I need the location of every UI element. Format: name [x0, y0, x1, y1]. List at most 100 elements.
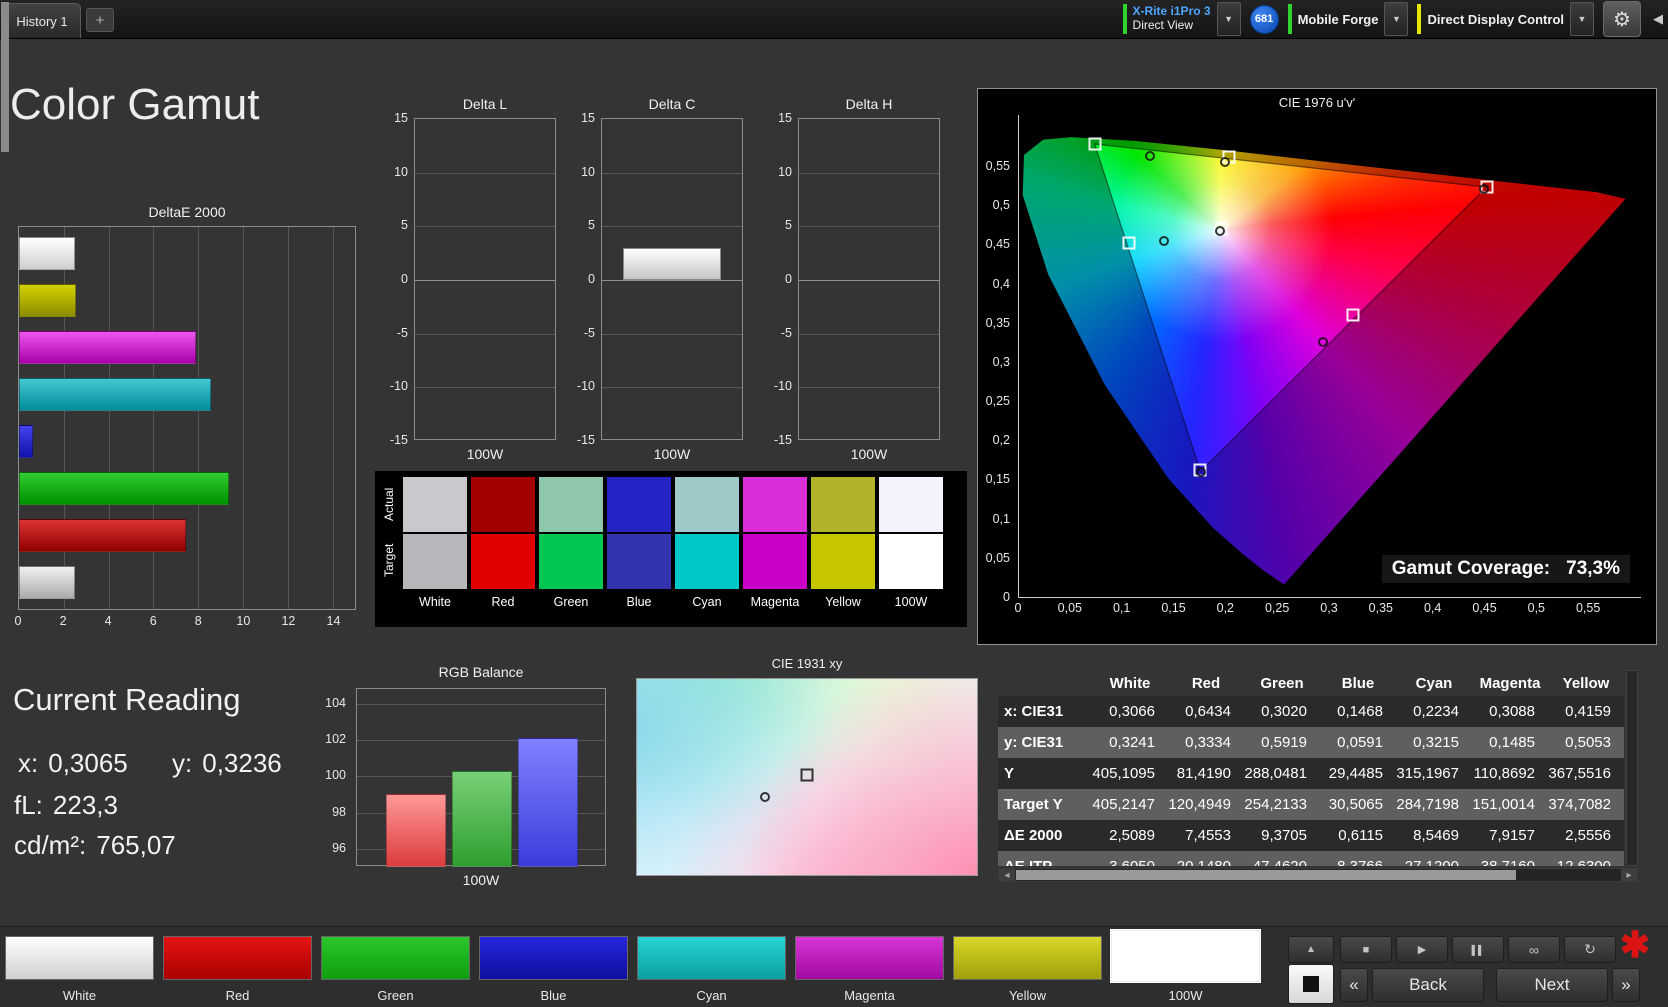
cie1931-diagram	[636, 678, 978, 876]
swatch-actual-cyan	[675, 477, 739, 532]
table-row-y: Y 405,1095 81,4190 288,0481 29,4485 315,1967 1…	[998, 758, 1624, 789]
table-cell: 110,8692	[1473, 765, 1535, 782]
deltae-grid-line	[243, 227, 244, 609]
meter-dropdown-button[interactable]: ▼	[1216, 2, 1241, 36]
deltae-axis-tick: 14	[326, 614, 341, 628]
display-control-dropdown-button[interactable]: ▼	[1570, 2, 1594, 36]
play-button[interactable]: ▶	[1396, 936, 1448, 963]
table-cell: 8,5469	[1413, 827, 1459, 844]
patch-red-button[interactable]	[163, 936, 312, 980]
target-marker	[1346, 308, 1360, 322]
rgb-y-tick: 102	[325, 731, 346, 746]
table-vertical-scroll-thumb[interactable]	[1, 2, 9, 152]
deltae-grid-line	[332, 227, 334, 609]
stop-button[interactable]: ■	[1340, 936, 1392, 963]
table-cell: 288,0481	[1244, 765, 1307, 782]
swatch-target-red	[471, 534, 535, 589]
table-cell: 27,1200	[1396, 851, 1472, 866]
cie-x-tick: 0,2	[1216, 601, 1235, 615]
deltae2000-x-axis: 0 2 4 6 8 10 12 14	[14, 614, 356, 630]
last-page-button[interactable]: »	[1612, 968, 1640, 1002]
cie-x-tick: 0,55	[1575, 601, 1601, 615]
patch-label-white: White	[62, 988, 97, 1003]
swatch-actual-red	[471, 477, 535, 532]
pattern-window-button[interactable]	[1288, 964, 1334, 1004]
table-scroll-right-button[interactable]: ▸	[1621, 869, 1637, 881]
patch-blue-button[interactable]	[479, 936, 628, 980]
table-horizontal-scroll-thumb[interactable]	[1016, 870, 1516, 880]
deltae-bar-100w	[19, 566, 76, 599]
meter-status-indicator	[1122, 4, 1127, 34]
reading-cd: cd/m²: 765,07	[14, 830, 176, 861]
row-label: Target Y	[1004, 796, 1063, 813]
reading-x: x: 0,3065	[18, 748, 128, 779]
cie-x-tick: 0,5	[1527, 601, 1546, 615]
cie-y-tick: 0,3	[992, 354, 1010, 369]
deltae-bar-white	[19, 237, 76, 270]
table-cell: 367,5516	[1548, 765, 1611, 782]
deltae-axis-tick: 0	[14, 614, 22, 628]
cie-y-tick: 0,2	[992, 433, 1010, 448]
rgb-bar-green	[452, 770, 512, 867]
patch-100w-button[interactable]	[1111, 930, 1260, 982]
delta-c-plot	[601, 118, 743, 440]
patch-green-button[interactable]	[321, 936, 470, 980]
add-tab-button[interactable]: +	[86, 8, 114, 32]
y-axis-tick: -15	[389, 433, 408, 447]
y-axis-tick: -10	[576, 379, 595, 394]
next-button[interactable]: Next	[1496, 968, 1608, 1002]
reading-fl-label: fL:	[14, 790, 43, 820]
swatch-label-green: Green	[553, 595, 589, 609]
y-axis-tick: -5	[780, 325, 792, 340]
patch-cyan-button[interactable]	[637, 936, 786, 980]
delta-h-chart: Delta H 15 10 5 0 -5 -10 -15 100W	[762, 96, 940, 468]
table-cell: 0,1485	[1489, 734, 1535, 751]
display-control-status-indicator	[1417, 4, 1422, 34]
patch-label-magenta: Magenta	[844, 988, 895, 1003]
loop-button[interactable]: ∞	[1508, 936, 1560, 963]
back-button[interactable]: Back	[1372, 968, 1484, 1002]
pause-button[interactable]: ▌▌	[1452, 936, 1504, 963]
table-cell: 315,1967	[1396, 765, 1459, 782]
tab-history-1[interactable]: History 1	[3, 3, 81, 38]
cie1976-x-axis: 0 0,05 0,1 0,15 0,2 0,25 0,3 0,35 0,4 0,45 0,5 0,55	[1015, 601, 1640, 617]
deltae-bar-green	[19, 472, 229, 505]
target-marker	[1122, 236, 1136, 250]
row-label: ΔE 2000	[1004, 827, 1063, 844]
reading-y-value: 0,3236	[202, 748, 282, 778]
settings-button[interactable]: ⚙	[1603, 1, 1641, 37]
pattern-scroll-up-button[interactable]: ▲	[1288, 936, 1334, 963]
grid-line	[602, 387, 742, 389]
reading-cd-value: 765,07	[96, 830, 176, 860]
y-axis-tick: -15	[576, 433, 595, 447]
patch-white-button[interactable]	[5, 936, 154, 980]
patch-magenta-button[interactable]	[795, 936, 944, 980]
source-dropdown-button[interactable]: ▼	[1384, 2, 1409, 36]
rgb-balance-x-label: 100W	[462, 872, 500, 888]
table-cell: 0,3334	[1185, 734, 1231, 751]
table-horizontal-scrollbar[interactable]: ◂ ▸	[998, 868, 1638, 882]
patch-yellow-button[interactable]	[953, 936, 1102, 980]
table-cell: 38,7160	[1472, 851, 1548, 866]
first-page-button[interactable]: «	[1340, 968, 1368, 1002]
row-label: x: CIE31	[1004, 703, 1064, 720]
collapse-panel-button[interactable]: ◀	[1650, 2, 1666, 36]
swatch-columns: White Red Green Blue Cyan Magenta Yellow 100W	[375, 471, 967, 627]
target-marker	[1088, 137, 1102, 151]
delta-h-title: Delta H	[845, 96, 893, 112]
table-cell: 7,9157	[1489, 827, 1535, 844]
table-corner-cell	[998, 670, 1092, 696]
grid-line	[602, 280, 742, 281]
table-scroll-left-button[interactable]: ◂	[999, 869, 1015, 881]
table-vertical-scrollbar[interactable]	[1626, 670, 1638, 866]
y-axis-tick: -5	[396, 325, 408, 340]
grid-line	[602, 333, 742, 335]
y-axis-tick: -15	[773, 433, 792, 447]
swatch-label-red: Red	[491, 595, 515, 609]
table-row--e-2000: ΔE 2000 2,5089 7,4553 9,3705 0,6115 8,5469 7,9…	[998, 820, 1624, 851]
page-title: Color Gamut	[10, 80, 260, 129]
cie-y-tick: 0,5	[992, 198, 1010, 213]
swatch-target-white	[403, 534, 467, 589]
alert-asterisk-icon: ✱	[1620, 924, 1651, 965]
refresh-button[interactable]: ↻	[1564, 936, 1616, 963]
